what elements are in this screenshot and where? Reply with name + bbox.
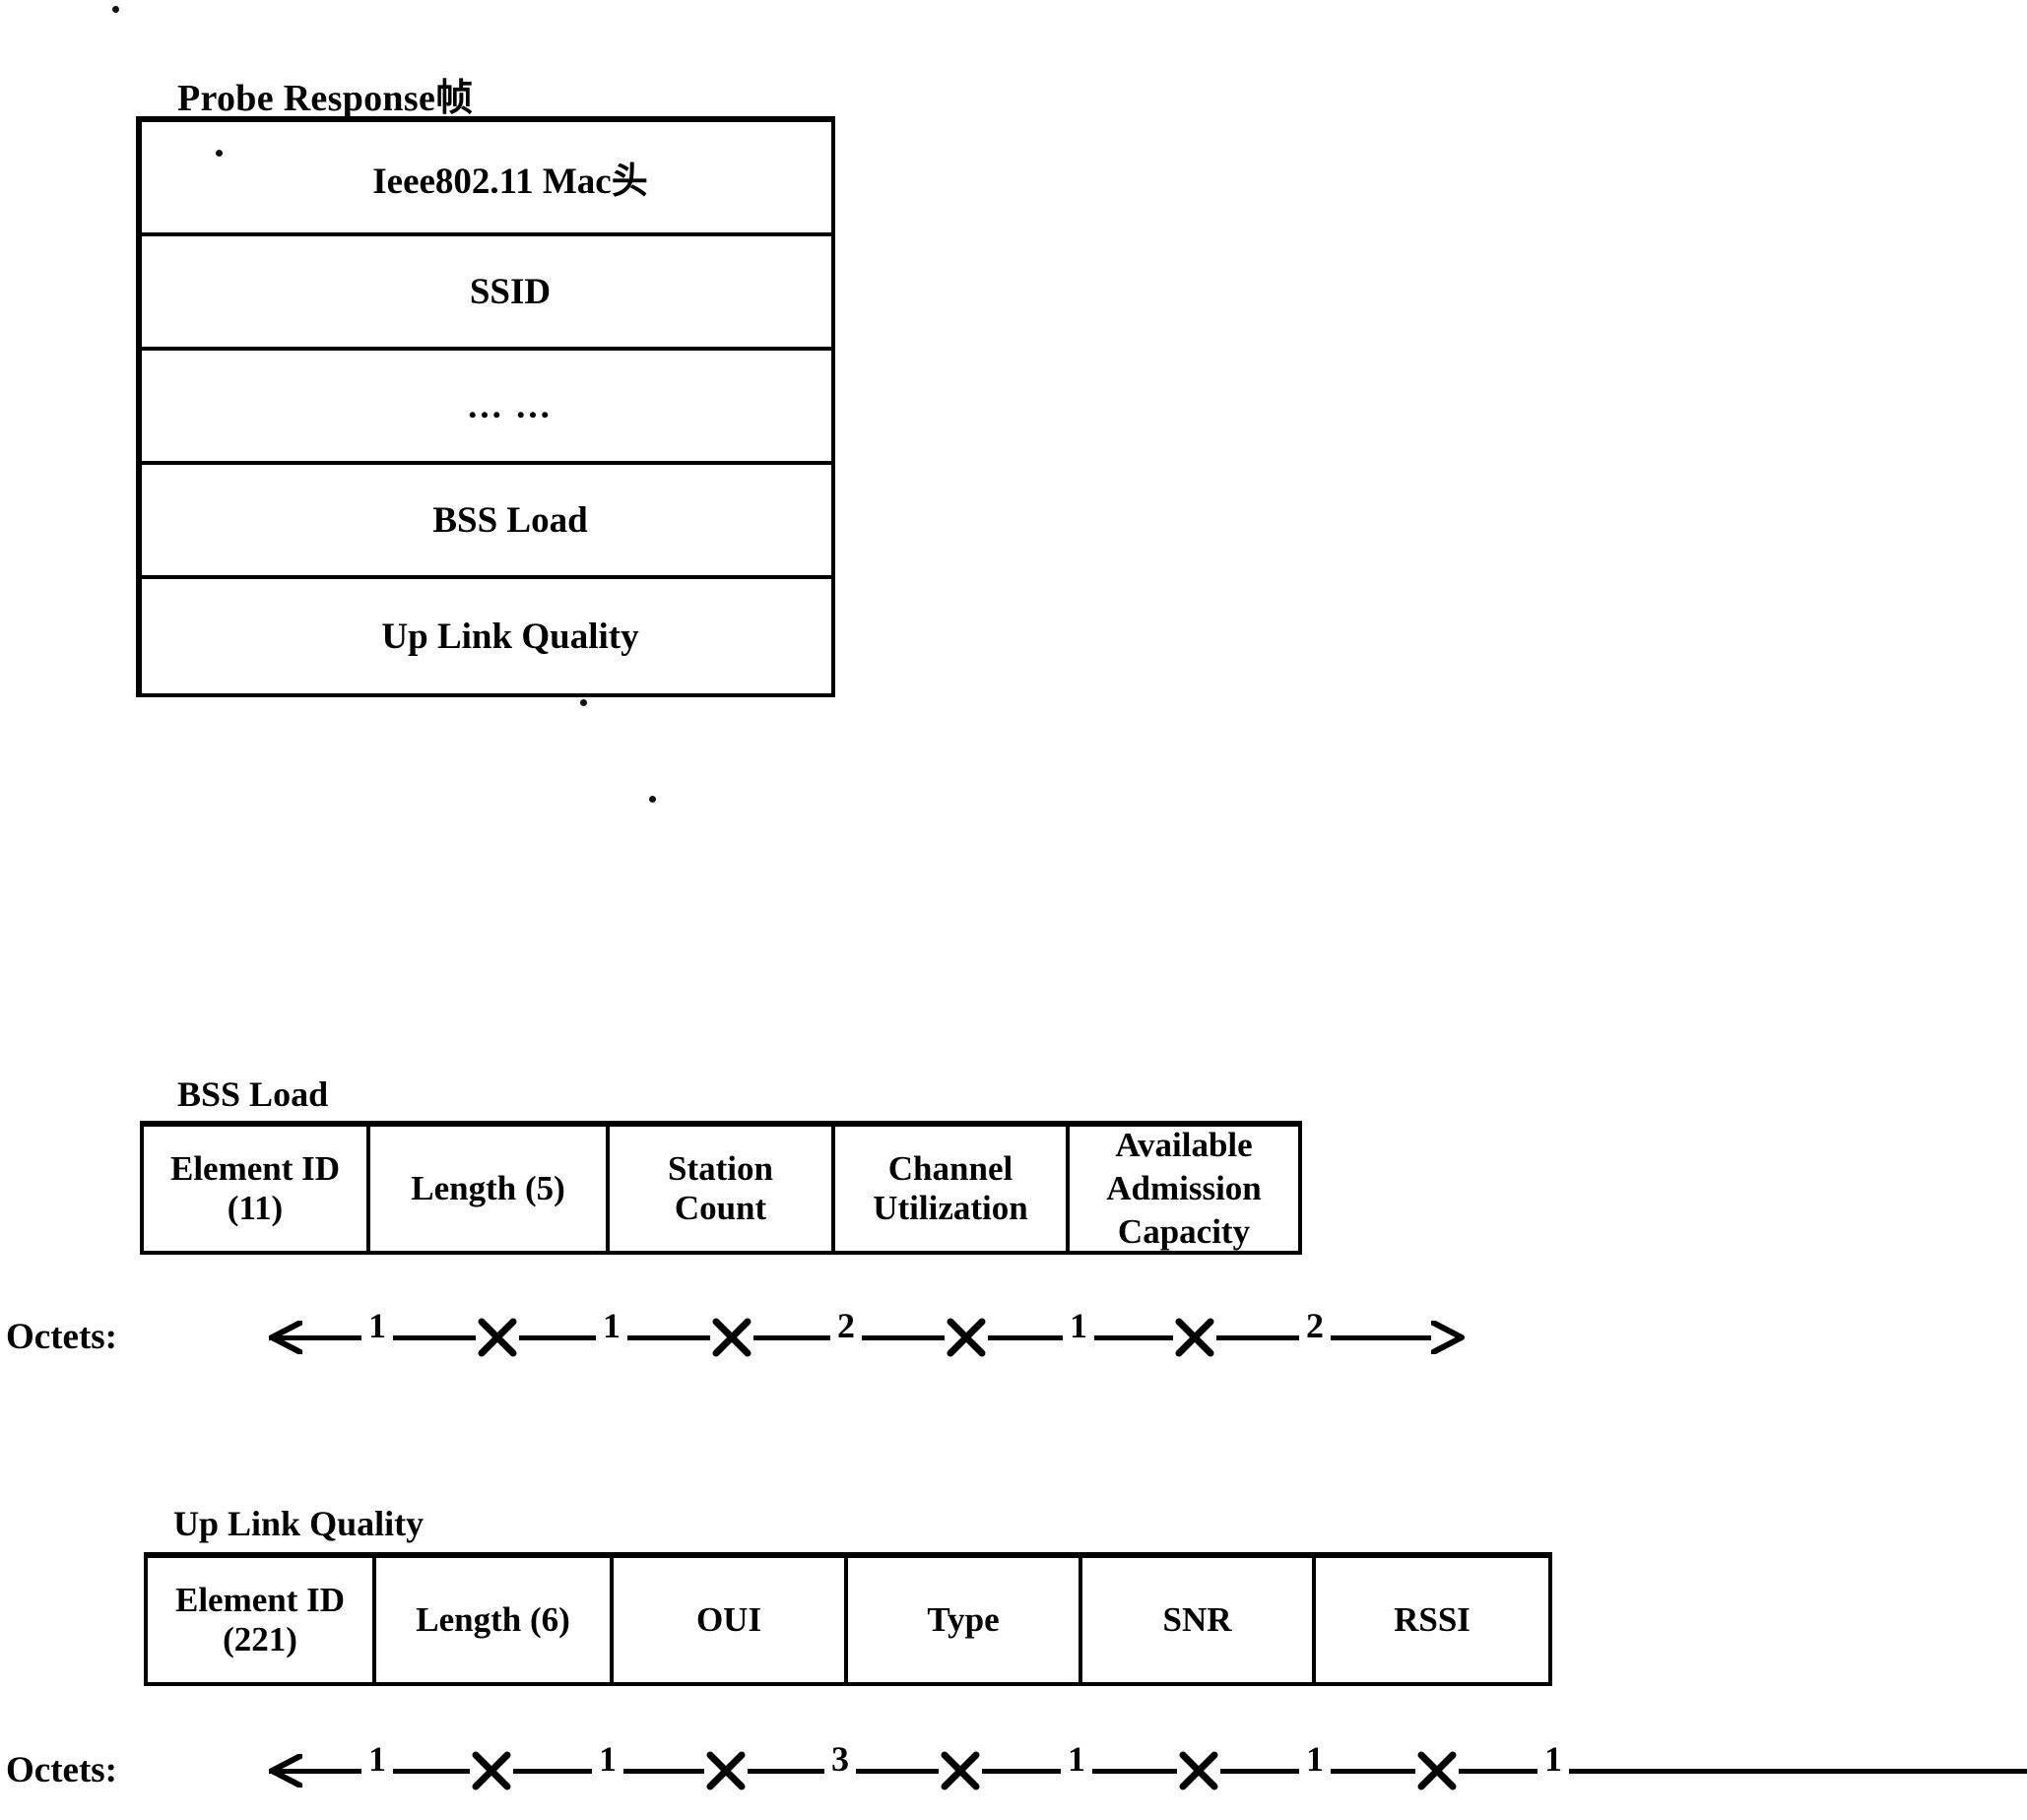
frame-row: BSS Load <box>142 465 831 579</box>
field-cell: Type <box>848 1558 1082 1682</box>
separator-x-icon <box>945 1316 988 1359</box>
separator-x-icon <box>1415 1749 1459 1792</box>
frame-row-label: Up Link Quality <box>381 616 639 657</box>
separator-x-icon <box>1177 1749 1220 1792</box>
field-cell: RSSI <box>1316 1558 1548 1682</box>
scan-artifact-dot <box>112 6 119 13</box>
frame-row: Ieee802.11 Mac头 <box>142 122 831 236</box>
octet-value: 1 <box>361 1308 393 1343</box>
frame-row: SSID <box>142 236 831 351</box>
separator-x-icon <box>704 1749 748 1792</box>
field-cell-label: Station Count <box>668 1149 773 1227</box>
field-cell: Element ID (11) <box>144 1127 370 1251</box>
up-link-quality-field-table: Element ID (221) Length (6) OUI Type SNR… <box>144 1552 1552 1686</box>
octet-value: 1 <box>1063 1308 1094 1343</box>
octets-label: Octets: <box>6 1749 117 1790</box>
separator-x-icon <box>470 1749 513 1792</box>
field-cell: OUI <box>614 1558 848 1682</box>
bss-load-field-table: Element ID (11) Length (5) Station Count… <box>140 1121 1302 1255</box>
separator-x-icon <box>939 1749 982 1792</box>
separator-x-icon <box>1173 1316 1216 1359</box>
octets-axis: 1 1 2 1 2 <box>269 1302 1465 1371</box>
up-link-quality-caption: Up Link Quality <box>173 1504 425 1543</box>
axis-line <box>269 1769 2027 1774</box>
octet-value: 2 <box>1299 1308 1331 1343</box>
octet-value: 1 <box>596 1308 627 1343</box>
bss-load-caption: BSS Load <box>177 1074 329 1114</box>
field-cell: Length (5) <box>370 1127 610 1251</box>
octet-value: 1 <box>1537 1741 1569 1777</box>
field-cell-label: RSSI <box>1394 1600 1471 1640</box>
frame-row-label: ... ... <box>468 385 553 426</box>
bss-load-octets-row: Octets: 1 1 2 1 2 <box>6 1302 1465 1371</box>
field-cell: Channel Utilization <box>835 1127 1070 1251</box>
field-cell-label: Available Admission Capacity <box>1106 1126 1262 1251</box>
field-cell: SNR <box>1082 1558 1316 1682</box>
field-cell-label: Type <box>927 1600 1000 1640</box>
octet-value: 1 <box>361 1741 393 1777</box>
frame-row: ... ... <box>142 351 831 465</box>
scan-artifact-dot <box>580 699 587 706</box>
octet-value: 3 <box>824 1741 856 1777</box>
field-cell: Available Admission Capacity <box>1070 1126 1298 1251</box>
field-cell: Element ID (221) <box>148 1558 376 1682</box>
frame-row-label: Ieee802.11 Mac头 <box>372 162 648 202</box>
field-cell: Station Count <box>610 1127 835 1251</box>
separator-x-icon <box>476 1316 519 1359</box>
octet-value: 1 <box>1061 1741 1092 1777</box>
probe-response-frame-title: Probe Response帧 <box>177 78 474 119</box>
field-cell-label: Length (6) <box>416 1600 570 1640</box>
scan-artifact-dot <box>649 796 656 803</box>
field-cell-label: OUI <box>695 1600 762 1640</box>
frame-row: Up Link Quality <box>142 579 831 693</box>
field-cell: Length (6) <box>376 1558 614 1682</box>
field-cell-label: SNR <box>1162 1600 1232 1640</box>
frame-row-label: BSS Load <box>432 499 588 541</box>
field-cell-label: Element ID (11) <box>169 1149 341 1227</box>
up-link-quality-octets-row: Octets: 1 1 3 1 1 1 <box>6 1735 2027 1804</box>
octet-value: 2 <box>830 1308 862 1343</box>
separator-x-icon <box>710 1316 753 1359</box>
octet-value: 1 <box>592 1741 623 1777</box>
octets-label: Octets: <box>6 1316 117 1357</box>
field-cell-label: Length (5) <box>411 1169 565 1208</box>
probe-response-frame-stack: Ieee802.11 Mac头 SSID ... ... BSS Load Up… <box>136 116 835 697</box>
field-cell-label: Element ID (221) <box>174 1581 346 1658</box>
field-cell-label: Channel Utilization <box>873 1149 1028 1227</box>
frame-row-label: SSID <box>469 271 552 312</box>
octets-axis: 1 1 3 1 1 1 <box>269 1735 2027 1804</box>
octet-value: 1 <box>1299 1741 1331 1777</box>
